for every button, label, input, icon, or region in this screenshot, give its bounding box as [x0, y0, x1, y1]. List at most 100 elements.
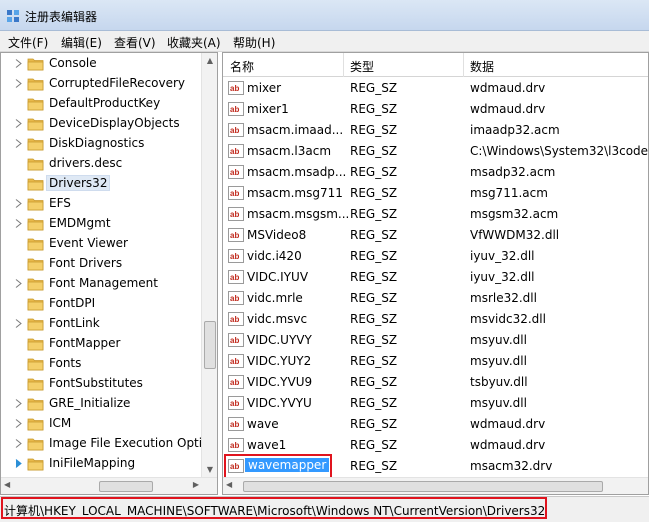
expand-arrow-icon[interactable]: [15, 199, 22, 208]
scroll-left-arrow-icon[interactable]: ◀: [226, 480, 232, 489]
list-row[interactable]: ab msacm.imaad... REG_SZ imaadp32.acm: [223, 120, 648, 141]
list-row[interactable]: ab VIDC.YVU9 REG_SZ tsbyuv.dll: [223, 372, 648, 393]
list-row[interactable]: ab VIDC.UYVY REG_SZ msyuv.dll: [223, 330, 648, 351]
scroll-thumb[interactable]: [99, 481, 153, 492]
value-data: imaadp32.acm: [470, 123, 560, 137]
tree-item[interactable]: FontDPI: [1, 294, 201, 314]
string-value-icon: ab: [228, 165, 244, 179]
registry-editor-icon: [7, 10, 19, 22]
scroll-left-arrow-icon[interactable]: ◀: [4, 480, 10, 489]
column-divider[interactable]: [343, 53, 344, 77]
value-type: REG_SZ: [350, 459, 398, 473]
tree-item[interactable]: ICM: [1, 414, 201, 434]
list-row[interactable]: ab vidc.i420 REG_SZ iyuv_32.dll: [223, 246, 648, 267]
list-row[interactable]: ab msacm.msg711 REG_SZ msg711.acm: [223, 183, 648, 204]
scroll-up-arrow-icon[interactable]: ▲: [202, 53, 217, 69]
menu-file[interactable]: 文件(F): [8, 34, 48, 51]
string-value-icon: ab: [228, 354, 244, 368]
expand-arrow-icon[interactable]: [15, 319, 22, 328]
value-type: REG_SZ: [350, 417, 398, 431]
tree-item-label: Event Viewer: [49, 236, 128, 250]
tree-item[interactable]: DeviceDisplayObjects: [1, 114, 201, 134]
list-row[interactable]: ab vidc.msvc REG_SZ msvidc32.dll: [223, 309, 648, 330]
tree-item[interactable]: Event Viewer: [1, 234, 201, 254]
tree-item[interactable]: DiskDiagnostics: [1, 134, 201, 154]
expand-arrow-icon[interactable]: [15, 439, 22, 448]
expand-arrow-icon[interactable]: [15, 459, 22, 468]
scroll-right-arrow-icon[interactable]: ▶: [193, 480, 199, 489]
tree-horizontal-scrollbar[interactable]: ◀ ▶: [1, 477, 217, 494]
expand-arrow-icon[interactable]: [15, 399, 22, 408]
list-row[interactable]: ab msacm.l3acm REG_SZ C:\Windows\System32\l…: [223, 141, 649, 162]
string-value-icon: ab: [228, 438, 244, 452]
list-row[interactable]: ab MSVideo8 REG_SZ VfWWDM32.dll: [223, 225, 648, 246]
folder-icon: [27, 178, 44, 191]
tree-item[interactable]: Font Management: [1, 274, 201, 294]
folder-icon: [27, 338, 44, 351]
scroll-thumb[interactable]: [243, 481, 603, 492]
list-row[interactable]: ab wave1 REG_SZ wdmaud.drv: [223, 435, 648, 456]
registry-key-tree[interactable]: Console CorruptedFileRecovery DefaultProdu…: [0, 52, 218, 495]
menu-help[interactable]: 帮助(H): [233, 34, 275, 51]
expand-arrow-icon[interactable]: [15, 419, 22, 428]
column-divider[interactable]: [463, 53, 464, 77]
tree-item[interactable]: CorruptedFileRecovery: [1, 74, 201, 94]
string-value-icon: ab: [228, 144, 244, 158]
tree-item[interactable]: Console: [1, 54, 201, 74]
tree-item[interactable]: FontLink: [1, 314, 201, 334]
menu-view[interactable]: 查看(V): [114, 34, 156, 51]
tree-item[interactable]: drivers.desc: [1, 154, 201, 174]
expand-arrow-icon[interactable]: [15, 79, 22, 88]
folder-icon: [27, 378, 44, 391]
value-type: REG_SZ: [350, 207, 398, 221]
tree-item-label: FontLink: [49, 316, 100, 330]
tree-item[interactable]: FontMapper: [1, 334, 201, 354]
scroll-down-arrow-icon[interactable]: ▼: [202, 462, 217, 478]
tree-item[interactable]: FontSubstitutes: [1, 374, 201, 394]
value-name: mixer: [247, 81, 282, 95]
expand-arrow-icon[interactable]: [15, 279, 22, 288]
list-row[interactable]: ab mixer REG_SZ wdmaud.drv: [223, 78, 648, 99]
list-horizontal-scrollbar[interactable]: ◀: [223, 477, 648, 494]
column-name[interactable]: 名称: [230, 58, 254, 75]
column-data[interactable]: 数据: [470, 58, 494, 75]
scroll-thumb[interactable]: [204, 321, 216, 369]
tree-item[interactable]: Fonts: [1, 354, 201, 374]
tree-item[interactable]: EMDMgmt: [1, 214, 201, 234]
value-data: msrle32.dll: [470, 291, 537, 305]
svg-text:ab: ab: [230, 294, 239, 303]
list-row[interactable]: ab VIDC.YVYU REG_SZ msyuv.dll: [223, 393, 648, 414]
menu-bar: 文件(F) 编辑(E) 查看(V) 收藏夹(A) 帮助(H): [0, 31, 649, 52]
list-row[interactable]: ab wave REG_SZ wdmaud.drv: [223, 414, 648, 435]
tree-item[interactable]: Font Drivers: [1, 254, 201, 274]
list-row[interactable]: ab VIDC.IYUV REG_SZ iyuv_32.dll: [223, 267, 648, 288]
tree-item[interactable]: Image File Execution Optic: [1, 434, 209, 454]
tree-item[interactable]: Drivers32: [1, 174, 201, 194]
list-row[interactable]: ab vidc.mrle REG_SZ msrle32.dll: [223, 288, 648, 309]
folder-icon: [27, 98, 44, 111]
list-row[interactable]: ab msacm.msadp... REG_SZ msadp32.acm: [223, 162, 648, 183]
list-row[interactable]: ab msacm.msgsm... REG_SZ msgsm32.acm: [223, 204, 648, 225]
expand-arrow-icon[interactable]: [15, 219, 22, 228]
column-type[interactable]: 类型: [350, 58, 374, 75]
menu-edit[interactable]: 编辑(E): [61, 34, 102, 51]
registry-values-list[interactable]: 名称 类型 数据 ab mixer REG_SZ wdmaud.drv ab mixer1…: [222, 52, 649, 495]
tree-item[interactable]: IniFileMapping: [1, 454, 201, 474]
tree-item[interactable]: GRE_Initialize: [1, 394, 201, 414]
expand-arrow-icon[interactable]: [15, 59, 22, 68]
folder-icon: [27, 278, 44, 291]
folder-icon: [27, 418, 44, 431]
tree-vertical-scrollbar[interactable]: ▲ ▼: [201, 53, 217, 478]
list-row[interactable]: ab VIDC.YUY2 REG_SZ msyuv.dll: [223, 351, 648, 372]
string-value-icon: ab: [228, 123, 244, 137]
svg-text:ab: ab: [230, 189, 239, 198]
menu-favorites[interactable]: 收藏夹(A): [167, 34, 221, 51]
expand-arrow-icon[interactable]: [15, 139, 22, 148]
list-row[interactable]: ab mixer1 REG_SZ wdmaud.drv: [223, 99, 648, 120]
tree-item[interactable]: DefaultProductKey: [1, 94, 201, 114]
value-data: C:\Windows\System32\l3codec: [470, 144, 649, 158]
string-value-icon: ab: [228, 375, 244, 389]
tree-item[interactable]: EFS: [1, 194, 201, 214]
expand-arrow-icon[interactable]: [15, 119, 22, 128]
value-data: msg711.acm: [470, 186, 548, 200]
